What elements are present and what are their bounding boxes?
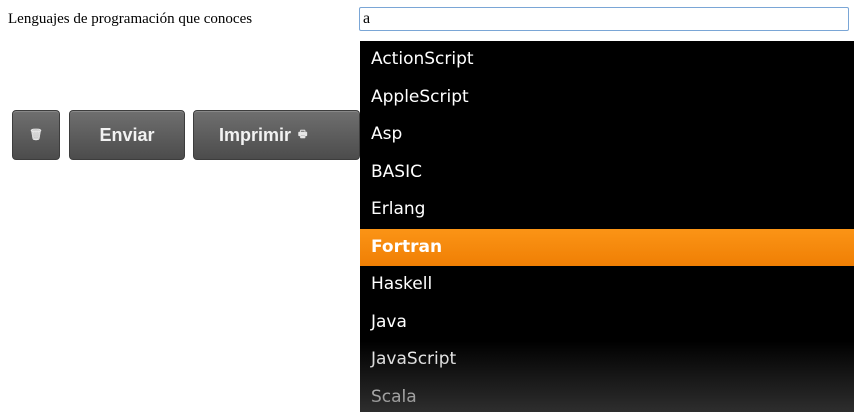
print-button-label: Imprimir xyxy=(219,124,292,145)
autocomplete-dropdown: ActionScript AppleScript Asp BASIC Erlan… xyxy=(360,41,854,412)
autocomplete-item-javascript[interactable]: JavaScript xyxy=(360,341,854,379)
autocomplete-item-basic[interactable]: BASIC xyxy=(360,154,854,192)
trash-icon: 🗑 xyxy=(29,128,43,141)
autocomplete-item-asp[interactable]: Asp xyxy=(360,116,854,154)
autocomplete-item-java[interactable]: Java xyxy=(360,304,854,342)
clear-button[interactable]: 🗑 xyxy=(12,110,60,160)
print-button[interactable]: Imprimir 🖶 xyxy=(193,110,360,160)
languages-label: Lenguajes de programación que conoces xyxy=(8,11,253,27)
autocomplete-item-erlang[interactable]: Erlang xyxy=(360,191,854,229)
autocomplete-item-scala[interactable]: Scala xyxy=(360,379,854,412)
languages-input[interactable] xyxy=(359,7,849,31)
autocomplete-item-haskell[interactable]: Haskell xyxy=(360,266,854,304)
autocomplete-item-fortran[interactable]: Fortran xyxy=(360,228,854,266)
print-icon: 🖶 xyxy=(298,129,308,140)
send-button-label: Enviar xyxy=(99,124,155,145)
autocomplete-item-applescript[interactable]: AppleScript xyxy=(360,79,854,117)
autocomplete-item-actionscript[interactable]: ActionScript xyxy=(360,41,854,79)
send-button[interactable]: Enviar xyxy=(69,110,185,160)
